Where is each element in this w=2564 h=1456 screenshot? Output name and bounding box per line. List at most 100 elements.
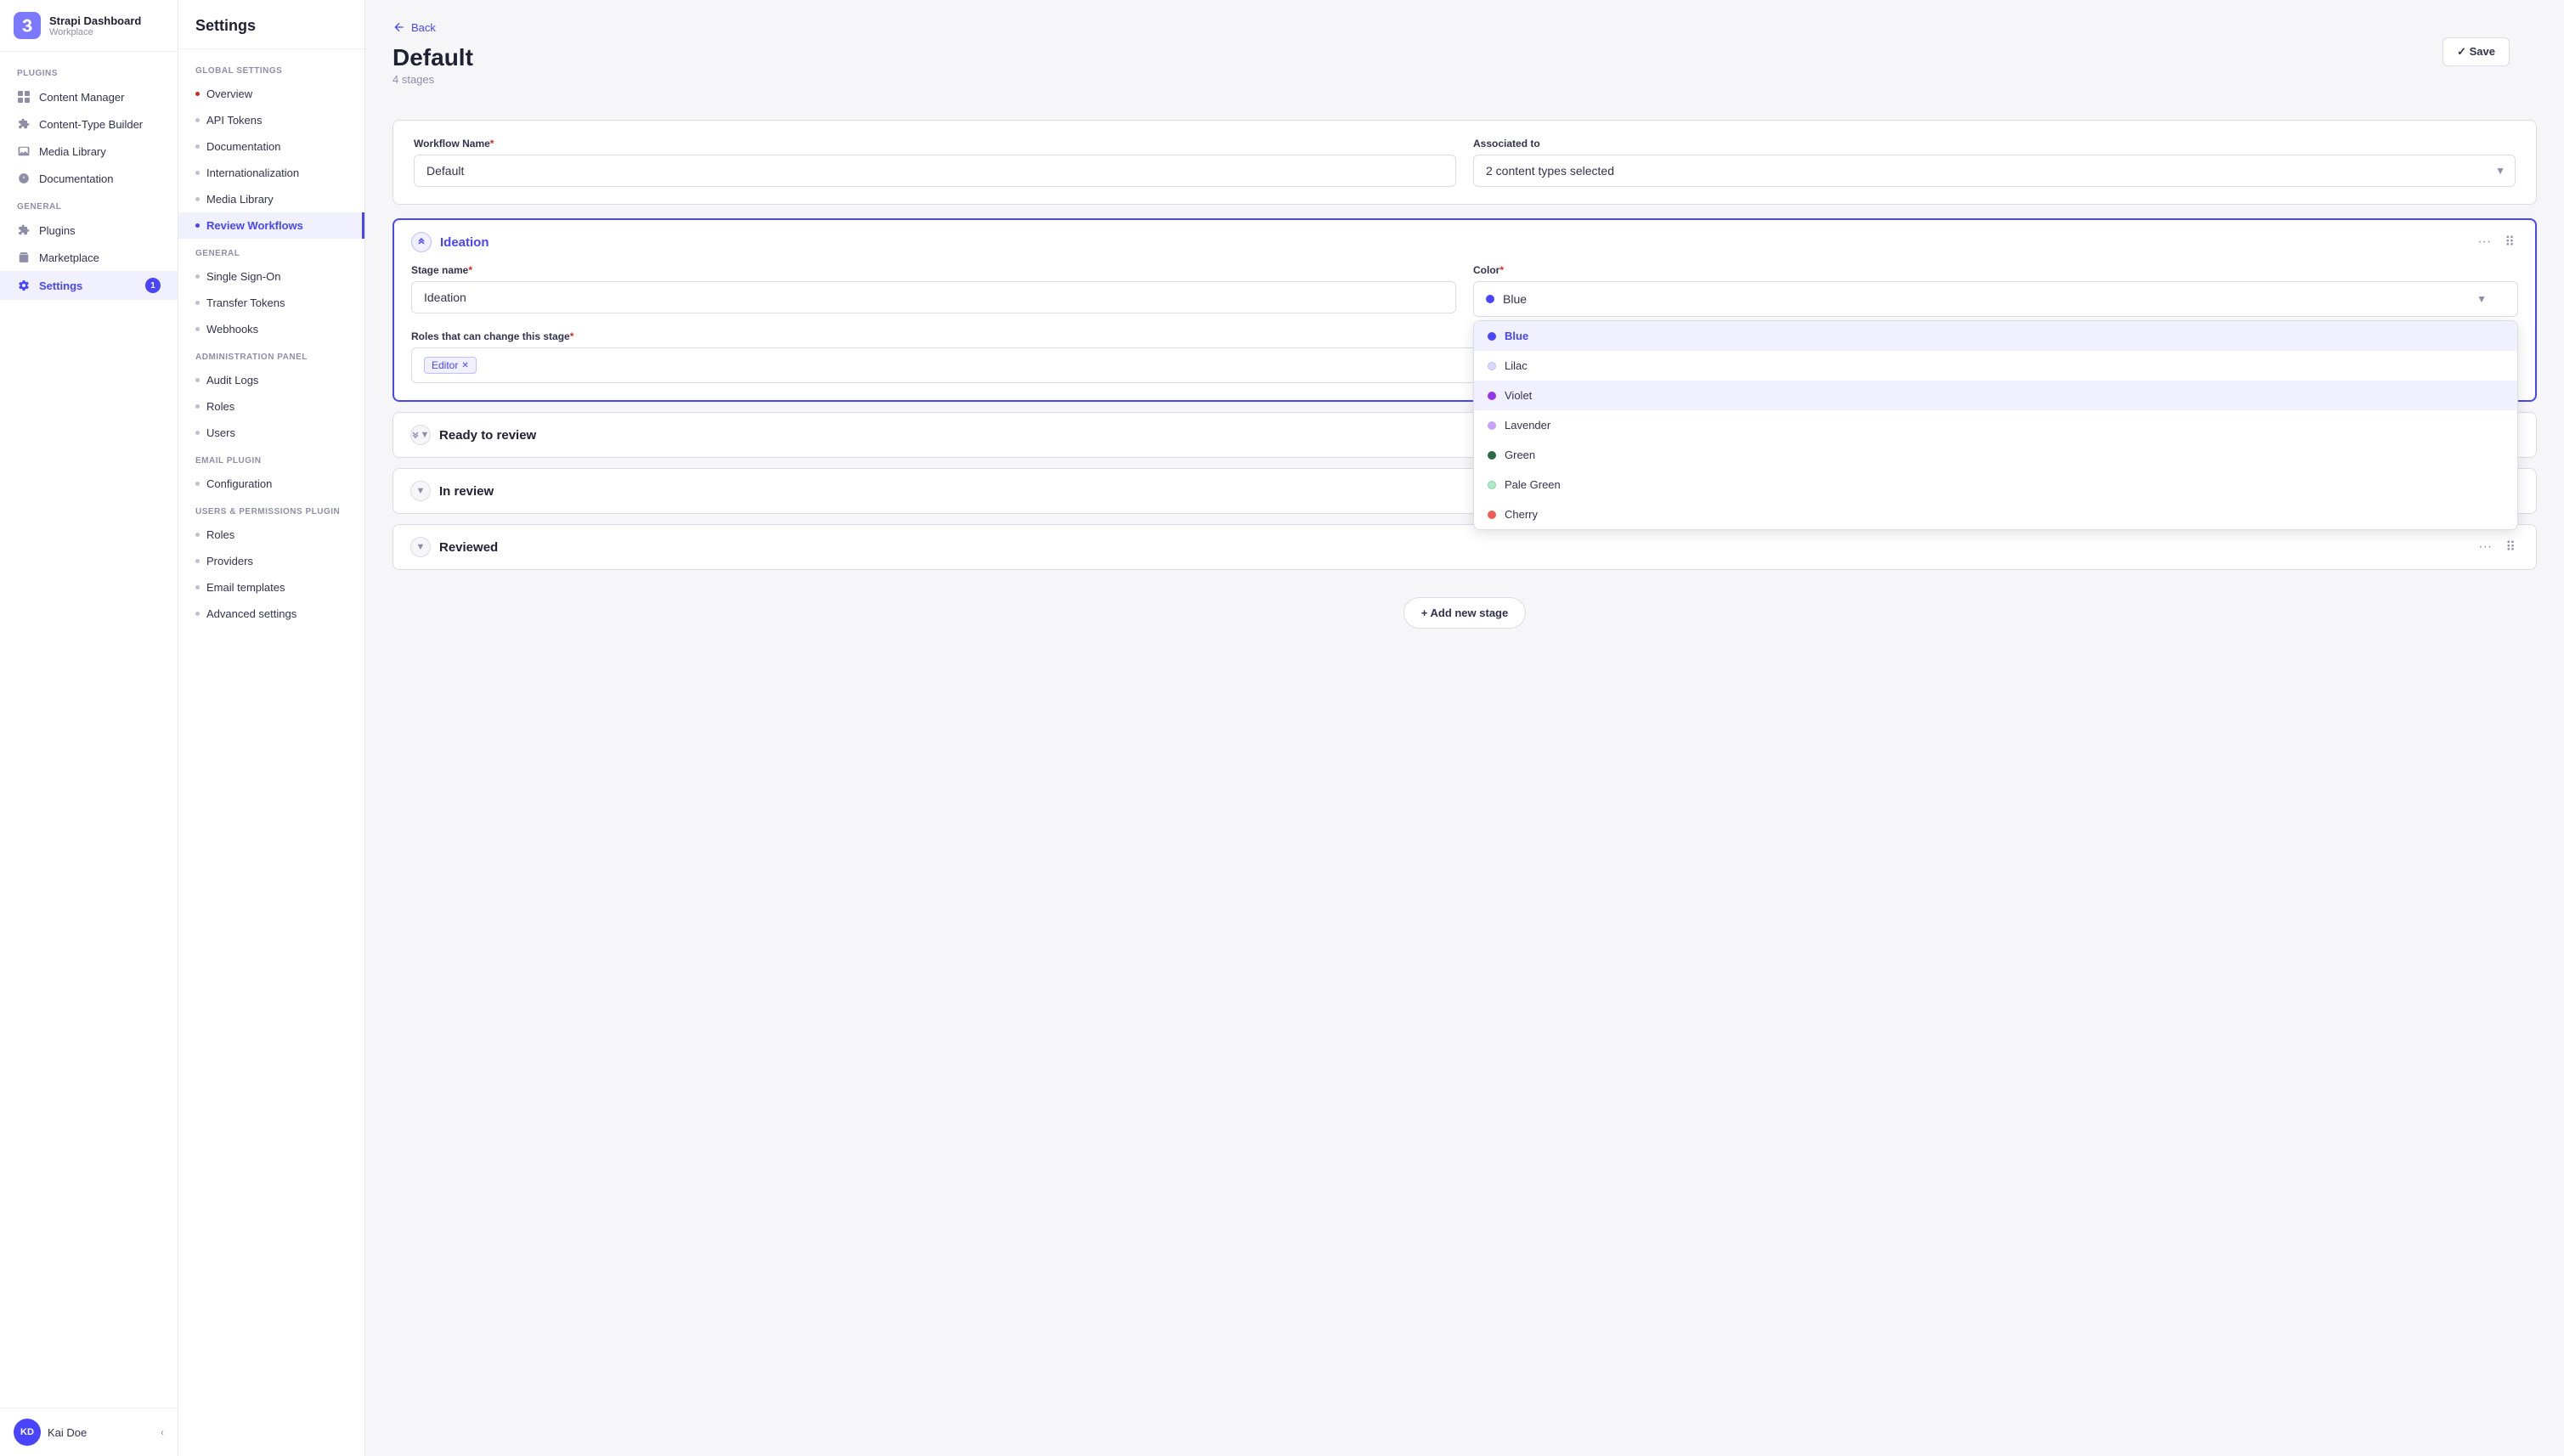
- admin-panel-label: ADMINISTRATION PANEL: [178, 342, 364, 367]
- stage-header-reviewed[interactable]: ▼ Reviewed ··· ⠿: [393, 525, 2536, 569]
- sidebar-nav: PLUGINS Content Manager Content-Type Bui…: [0, 52, 178, 1408]
- settings-item-configuration[interactable]: Configuration: [178, 471, 364, 497]
- main-content: Back Default 4 stages ✓ Save Workflow Na…: [365, 0, 2564, 1456]
- app-subtitle: Workplace: [49, 27, 141, 37]
- color-option-lilac[interactable]: Lilac: [1474, 351, 2517, 381]
- color-dot-blue: [1486, 295, 1494, 303]
- settings-item-roles[interactable]: Roles: [178, 393, 364, 420]
- bullet-icon: [195, 533, 200, 537]
- settings-item-single-sign-on[interactable]: Single Sign-On: [178, 263, 364, 290]
- settings-item-label: Internationalization: [206, 166, 299, 179]
- settings-item-webhooks[interactable]: Webhooks: [178, 316, 364, 342]
- stage-menu-button-reviewed[interactable]: ···: [2475, 537, 2495, 557]
- color-label: Color*: [1473, 264, 2518, 276]
- role-tag-close-icon[interactable]: ✕: [461, 361, 468, 370]
- stage-toggle-ready-to-review[interactable]: ▼: [410, 425, 431, 445]
- settings-item-providers[interactable]: Providers: [178, 548, 364, 574]
- sidebar-item-media-library[interactable]: Media Library: [0, 138, 178, 165]
- settings-item-documentation[interactable]: Documentation: [178, 133, 364, 160]
- stage-toggle-ideation[interactable]: [411, 232, 432, 252]
- collapse-sidebar-button[interactable]: ‹: [161, 1426, 164, 1438]
- sidebar-footer: KD Kai Doe ‹: [0, 1408, 178, 1456]
- settings-item-label: Audit Logs: [206, 374, 258, 387]
- settings-item-transfer-tokens[interactable]: Transfer Tokens: [178, 290, 364, 316]
- settings-item-label: Configuration: [206, 477, 272, 490]
- settings-item-overview[interactable]: Overview: [178, 81, 364, 107]
- bullet-icon: [195, 92, 200, 96]
- sidebar-item-label: Media Library: [39, 145, 106, 158]
- color-select-display[interactable]: Blue ▼: [1473, 281, 2518, 317]
- stage-toggle-in-review[interactable]: ▼: [410, 481, 431, 501]
- color-option-violet[interactable]: Violet: [1474, 381, 2517, 410]
- sidebar-item-label: Marketplace: [39, 251, 99, 264]
- general-section-label: GENERAL: [0, 192, 178, 217]
- email-plugin-label: EMAIL PLUGIN: [178, 446, 364, 471]
- stage-body-ideation: Stage name* Color* Blue ▼: [394, 264, 2535, 400]
- settings-item-review-workflows[interactable]: Review Workflows: [178, 212, 364, 239]
- stage-menu-button-ideation[interactable]: ···: [2474, 232, 2494, 252]
- gear-icon: [17, 279, 31, 292]
- settings-item-internationalization[interactable]: Internationalization: [178, 160, 364, 186]
- settings-item-users[interactable]: Users: [178, 420, 364, 446]
- settings-panel-title: Settings: [178, 17, 364, 49]
- stage-color-group: Color* Blue ▼ Blue: [1473, 264, 2518, 317]
- workflow-name-label: Workflow Name*: [414, 138, 1456, 150]
- color-dot: [1488, 421, 1496, 430]
- bullet-icon: [195, 223, 200, 228]
- settings-item-label: Advanced settings: [206, 607, 296, 620]
- bullet-icon: [195, 327, 200, 331]
- settings-item-api-tokens[interactable]: API Tokens: [178, 107, 364, 133]
- color-dot: [1488, 481, 1496, 489]
- stage-drag-handle-ideation[interactable]: ⠿: [2501, 232, 2518, 252]
- role-tag-editor: Editor ✕: [424, 357, 477, 374]
- color-option-pale-green[interactable]: Pale Green: [1474, 470, 2517, 499]
- color-option-lavender[interactable]: Lavender: [1474, 410, 2517, 440]
- stage-toggle-reviewed[interactable]: ▼: [410, 537, 431, 557]
- associated-select[interactable]: 2 content types selected: [1473, 155, 2516, 187]
- workflow-name-input[interactable]: [414, 155, 1456, 187]
- color-dot: [1488, 451, 1496, 460]
- settings-item-roles-up[interactable]: Roles: [178, 522, 364, 548]
- sidebar-item-content-type-builder[interactable]: Content-Type Builder: [0, 110, 178, 138]
- back-link[interactable]: Back: [393, 20, 2537, 34]
- settings-badge: 1: [145, 278, 161, 293]
- stage-drag-handle-reviewed[interactable]: ⠿: [2502, 537, 2519, 557]
- sidebar-item-marketplace[interactable]: Marketplace: [0, 244, 178, 271]
- user-name: Kai Doe: [48, 1426, 154, 1439]
- color-dot: [1488, 362, 1496, 370]
- color-dot: [1488, 392, 1496, 400]
- settings-item-label: Roles: [206, 400, 234, 413]
- color-select-wrapper: Blue ▼ Blue Lilac: [1473, 281, 2518, 317]
- sidebar-item-content-manager[interactable]: Content Manager: [0, 83, 178, 110]
- stage-form-row: Stage name* Color* Blue ▼: [411, 264, 2518, 317]
- sidebar-item-label: Plugins: [39, 224, 76, 237]
- color-option-cherry[interactable]: Cherry: [1474, 499, 2517, 529]
- color-chevron-icon: ▼: [2476, 293, 2487, 305]
- sidebar-item-label: Documentation: [39, 172, 113, 185]
- avatar: KD: [14, 1419, 41, 1446]
- sidebar-item-settings[interactable]: Settings 1: [0, 271, 178, 300]
- add-new-stage-button[interactable]: + Add new stage: [1403, 597, 1526, 629]
- settings-item-label: API Tokens: [206, 114, 263, 127]
- save-button[interactable]: ✓ Save: [2443, 37, 2510, 66]
- sidebar-item-plugins[interactable]: Plugins: [0, 217, 178, 244]
- settings-item-email-templates[interactable]: Email templates: [178, 574, 364, 601]
- color-option-blue[interactable]: Blue: [1474, 321, 2517, 351]
- plugins-section-label: PLUGINS: [0, 59, 178, 83]
- plugins-icon: [17, 223, 31, 237]
- bullet-icon: [195, 171, 200, 175]
- global-settings-label: GLOBAL SETTINGS: [178, 56, 364, 81]
- settings-item-media-library[interactable]: Media Library: [178, 186, 364, 212]
- stage-name-input-ideation[interactable]: [411, 281, 1456, 313]
- settings-item-audit-logs[interactable]: Audit Logs: [178, 367, 364, 393]
- page-header: Back Default 4 stages ✓ Save: [393, 20, 2537, 103]
- settings-item-label: Providers: [206, 555, 253, 567]
- settings-item-label: Media Library: [206, 193, 274, 206]
- sidebar-item-documentation[interactable]: Documentation: [0, 165, 178, 192]
- sidebar-item-label: Content Manager: [39, 91, 124, 104]
- stage-header-ideation[interactable]: Ideation ··· ⠿: [394, 220, 2535, 264]
- color-option-green[interactable]: Green: [1474, 440, 2517, 470]
- bullet-icon: [195, 118, 200, 122]
- sidebar-header: Strapi Dashboard Workplace: [0, 0, 178, 52]
- settings-item-advanced-settings[interactable]: Advanced settings: [178, 601, 364, 627]
